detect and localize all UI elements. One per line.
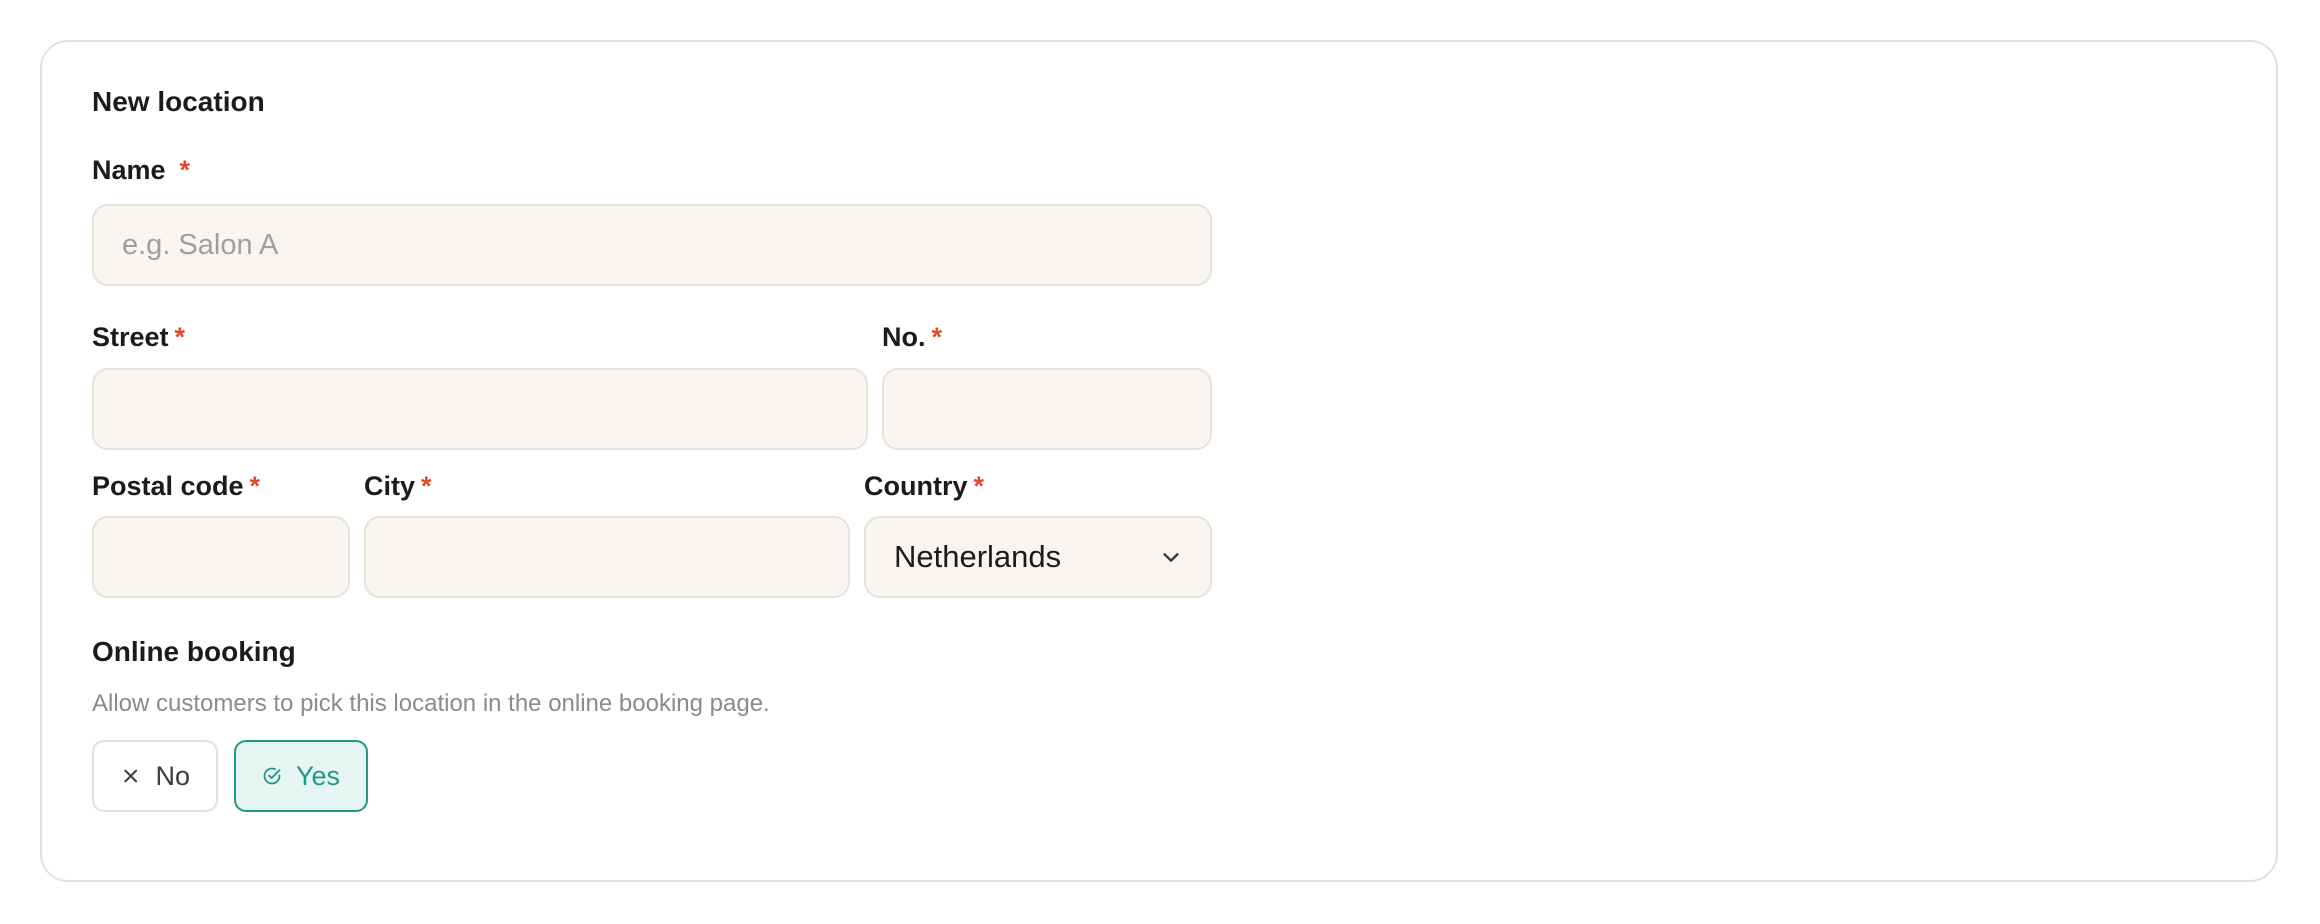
name-label: Name * — [92, 152, 190, 188]
x-icon — [124, 769, 138, 783]
postal-code-label: Postal code * — [92, 468, 260, 504]
required-mark: * — [174, 322, 186, 352]
chevron-down-icon — [1163, 553, 1179, 562]
card-title: New location — [92, 86, 265, 117]
street-field[interactable] — [92, 368, 868, 450]
required-mark: * — [973, 471, 985, 501]
check-circle-icon — [263, 767, 281, 785]
country-select[interactable]: Netherlands — [864, 516, 1212, 598]
required-mark: * — [249, 471, 261, 501]
street-input[interactable] — [94, 370, 866, 448]
city-label: City * — [364, 468, 432, 504]
number-label-text: No. — [882, 322, 926, 352]
postal-code-field[interactable] — [92, 516, 350, 598]
city-input[interactable] — [366, 518, 848, 596]
required-mark: * — [931, 322, 943, 352]
city-field[interactable] — [364, 516, 850, 598]
online-booking-yes-button[interactable]: Yes — [234, 740, 368, 812]
country-label-text: Country — [864, 471, 968, 501]
name-input[interactable] — [94, 206, 1210, 284]
country-label: Country * — [864, 468, 984, 504]
required-mark: * — [421, 471, 432, 501]
number-field[interactable] — [882, 368, 1212, 450]
street-label-text: Street — [92, 322, 169, 352]
online-booking-title: Online booking — [92, 636, 296, 667]
street-label: Street * — [92, 319, 185, 355]
postal-code-label-text: Postal code — [92, 471, 244, 501]
online-booking-no-button[interactable]: No — [92, 740, 218, 812]
country-selected-value: Netherlands — [894, 539, 1062, 574]
city-label-text: City — [364, 471, 416, 501]
number-label: No. * — [882, 319, 942, 355]
number-input[interactable] — [884, 370, 1210, 448]
name-field[interactable] — [92, 204, 1212, 286]
online-booking-description: Allow customers to pick this location in… — [92, 690, 770, 717]
required-mark: * — [179, 155, 191, 185]
yes-label: Yes — [295, 760, 340, 791]
postal-code-input[interactable] — [94, 518, 348, 596]
new-location-card: New location Name* Street* No.* Postal c… — [40, 40, 2278, 882]
name-label-text: Name — [92, 155, 166, 185]
no-label: No — [155, 760, 190, 791]
